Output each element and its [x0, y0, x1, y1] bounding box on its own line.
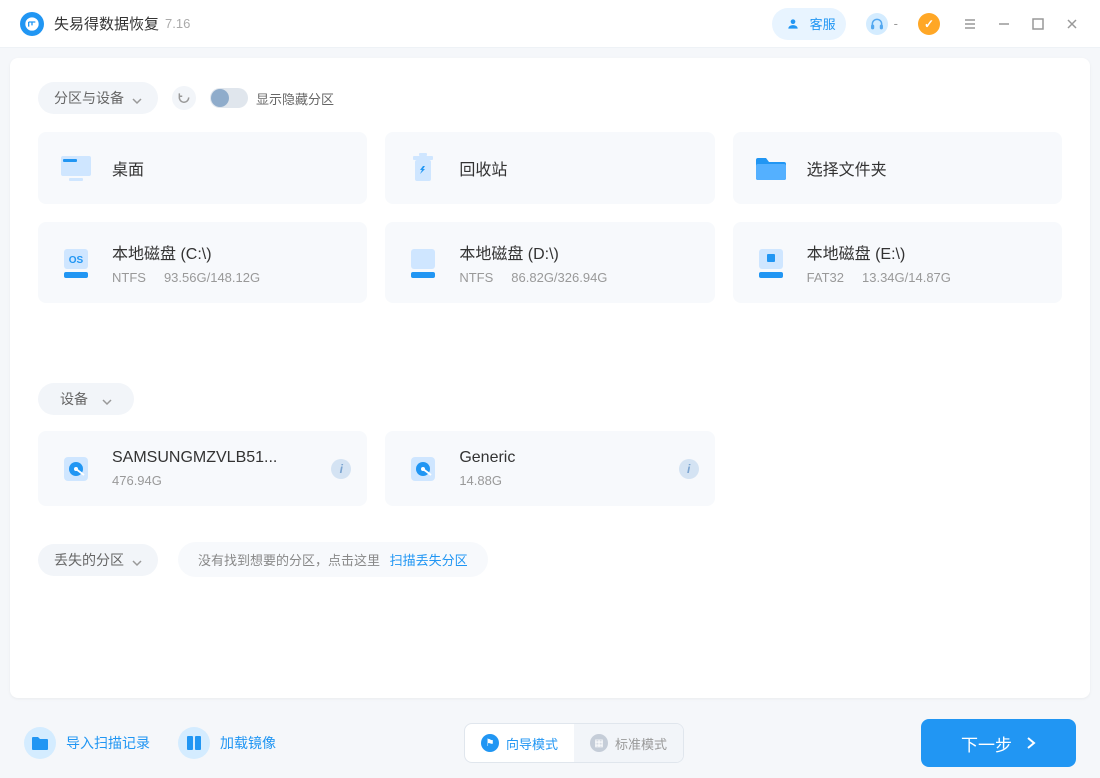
card-title: 选择文件夹 [807, 156, 1042, 180]
customer-service-label: 客服 [810, 14, 836, 33]
mode-toggle: ⚑ 向导模式 ▦ 标准模式 [464, 723, 684, 763]
maximize-icon[interactable] [1030, 16, 1046, 32]
menu-icon[interactable] [962, 16, 978, 32]
card-title: 回收站 [459, 156, 694, 180]
lost-hint-text: 没有找到想要的分区，点击这里 [198, 553, 380, 568]
image-load-icon [178, 727, 210, 759]
card-title: 桌面 [112, 156, 347, 180]
recycle-bin-card[interactable]: 回收站 [385, 132, 714, 204]
close-icon[interactable] [1064, 16, 1080, 32]
hdd-icon [405, 451, 441, 487]
partition-dropdown[interactable]: 分区与设备 [38, 82, 158, 114]
partition-section-header: 分区与设备 显示隐藏分区 [38, 82, 1062, 114]
disks-grid: OS 本地磁盘 (C:\) NTFS 93.56G/148.12G 本地磁盘 (D… [38, 222, 1062, 303]
disk-c-card[interactable]: OS 本地磁盘 (C:\) NTFS 93.56G/148.12G [38, 222, 367, 303]
hdd-icon [58, 451, 94, 487]
desktop-card[interactable]: 桌面 [38, 132, 367, 204]
quick-locations-grid: 桌面 回收站 选择文件夹 [38, 132, 1062, 204]
load-image-button[interactable]: 加载镜像 [178, 727, 276, 759]
card-title: Generic [459, 449, 694, 467]
card-title: 本地磁盘 (D:\) [459, 240, 694, 264]
device-dropdown[interactable]: 设备 [38, 383, 134, 415]
load-image-label: 加载镜像 [220, 733, 276, 753]
next-button[interactable]: 下一步 [921, 719, 1076, 767]
folder-icon [753, 150, 789, 186]
disk-size: 86.82G/326.94G [511, 270, 607, 285]
import-scan-button[interactable]: 导入扫描记录 [24, 727, 150, 759]
wizard-mode-button[interactable]: ⚑ 向导模式 [465, 724, 574, 762]
wizard-mode-label: 向导模式 [506, 734, 558, 753]
partition-label: 分区与设备 [54, 88, 124, 108]
disk-icon [405, 245, 441, 281]
info-icon[interactable]: i [331, 459, 351, 479]
chevron-right-icon [1026, 736, 1036, 750]
os-disk-icon: OS [58, 245, 94, 281]
app-logo-icon [20, 12, 44, 36]
info-icon[interactable]: i [679, 459, 699, 479]
chevron-down-icon [102, 394, 112, 404]
device-size: 14.88G [459, 473, 502, 488]
bottombar: 导入扫描记录 加载镜像 ⚑ 向导模式 ▦ 标准模式 下一步 [0, 708, 1100, 778]
grid-icon: ▦ [590, 734, 608, 752]
card-title: SAMSUNGMZVLB51... [112, 449, 347, 467]
lost-label: 丢失的分区 [54, 550, 124, 570]
customer-service-button[interactable]: 客服 [772, 8, 846, 40]
hidden-partition-toggle[interactable] [210, 88, 248, 108]
flag-icon: ⚑ [481, 734, 499, 752]
next-label: 下一步 [961, 731, 1012, 756]
recycle-icon [405, 150, 441, 186]
headphone-button[interactable]: - [856, 8, 908, 40]
upgrade-icon[interactable]: ✓ [918, 13, 940, 35]
device-samsung-card[interactable]: SAMSUNGMZVLB51... 476.94G i [38, 431, 367, 506]
card-title: 本地磁盘 (E:\) [807, 240, 1042, 264]
refresh-button[interactable] [172, 86, 196, 110]
chevron-down-icon [132, 555, 142, 565]
scan-lost-link[interactable]: 扫描丢失分区 [390, 553, 468, 568]
disk-fs: NTFS [112, 270, 146, 285]
choose-folder-card[interactable]: 选择文件夹 [733, 132, 1062, 204]
standard-mode-button[interactable]: ▦ 标准模式 [574, 724, 683, 762]
app-title: 失易得数据恢复 [54, 13, 159, 34]
folder-import-icon [24, 727, 56, 759]
standard-mode-label: 标准模式 [615, 734, 667, 753]
lost-partition-dropdown[interactable]: 丢失的分区 [38, 544, 158, 576]
disk-e-card[interactable]: 本地磁盘 (E:\) FAT32 13.34G/14.87G [733, 222, 1062, 303]
headphone-label: - [894, 16, 898, 31]
headphone-icon [866, 13, 888, 35]
disk-size: 93.56G/148.12G [164, 270, 260, 285]
chevron-down-icon [132, 93, 142, 103]
device-generic-card[interactable]: Generic 14.88G i [385, 431, 714, 506]
main-panel: 分区与设备 显示隐藏分区 桌面 回收站 选择文件夹 [10, 58, 1090, 698]
device-size: 476.94G [112, 473, 162, 488]
user-icon [782, 13, 804, 35]
disk-fs: NTFS [459, 270, 493, 285]
svg-text:OS: OS [69, 255, 84, 266]
import-label: 导入扫描记录 [66, 733, 150, 753]
desktop-icon [58, 150, 94, 186]
disk-size: 13.34G/14.87G [862, 270, 951, 285]
hidden-toggle-label: 显示隐藏分区 [256, 89, 334, 108]
titlebar: 失易得数据恢复 7.16 客服 - ✓ [0, 0, 1100, 48]
disk-fs: FAT32 [807, 270, 844, 285]
card-title: 本地磁盘 (C:\) [112, 240, 347, 264]
disk-d-card[interactable]: 本地磁盘 (D:\) NTFS 86.82G/326.94G [385, 222, 714, 303]
device-label: 设备 [60, 389, 88, 409]
lost-hint: 没有找到想要的分区，点击这里 扫描丢失分区 [178, 542, 488, 577]
external-disk-icon [753, 245, 789, 281]
device-section: 设备 SAMSUNGMZVLB51... 476.94G i Generic [38, 383, 1062, 506]
app-version: 7.16 [165, 16, 190, 31]
lost-partition-section: 丢失的分区 没有找到想要的分区，点击这里 扫描丢失分区 [38, 542, 1062, 577]
minimize-icon[interactable] [996, 16, 1012, 32]
